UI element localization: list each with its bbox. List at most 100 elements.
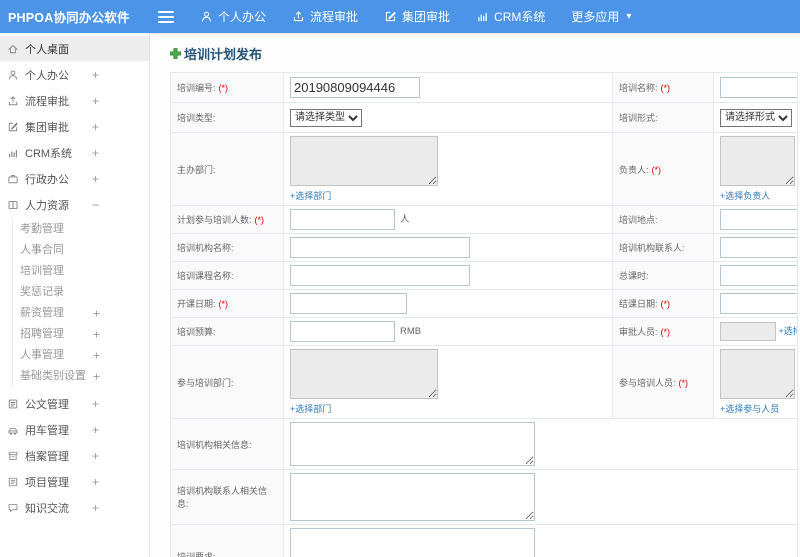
sidebar-subitem-label: 培训管理 [20, 265, 64, 277]
required-marker: (*) [651, 164, 662, 175]
field-label: 负责人: [619, 164, 649, 175]
sidebar-item-label: 公文管理 [25, 398, 69, 411]
training-no-input[interactable] [290, 77, 420, 98]
expand-toggle-icon[interactable]: + [92, 120, 99, 134]
nav-more-apps[interactable]: 更多应用 ▾ [571, 8, 631, 25]
training-budget-input[interactable] [290, 321, 395, 342]
expand-toggle-icon[interactable]: + [93, 345, 100, 366]
required-marker: (*) [660, 327, 671, 337]
chart-icon [476, 10, 489, 23]
required-marker: (*) [254, 215, 265, 225]
nav-personal-office[interactable]: 个人办公 [200, 8, 266, 25]
field-label: 培训形式: [619, 113, 658, 123]
host-department-textarea[interactable] [290, 136, 438, 186]
expand-toggle-icon[interactable]: − [92, 198, 99, 212]
expand-toggle-icon[interactable]: + [93, 324, 100, 345]
sidebar-item-crm-system[interactable]: CRM系统 + [0, 140, 149, 165]
expand-toggle-icon[interactable]: + [93, 303, 100, 324]
sidebar-item-knowledge-exchange[interactable]: 知识交流 + [0, 495, 149, 520]
sidebar-item-workflow-approval[interactable]: 流程审批 + [0, 88, 149, 113]
home-icon [7, 43, 19, 55]
expand-toggle-icon[interactable]: + [93, 366, 100, 387]
select-approver-link[interactable]: +选择审批人员 [779, 326, 797, 336]
expand-toggle-icon[interactable]: + [92, 475, 99, 489]
nav-workflow-approval[interactable]: 流程审批 [292, 8, 358, 25]
field-label: 培训预算: [177, 327, 216, 337]
training-form-select[interactable]: 请选择形式 [720, 108, 792, 127]
sidebar-subitem-hr-contract[interactable]: 人事合同 [13, 240, 149, 261]
select-participants-link[interactable]: +选择参与人员 [720, 402, 779, 415]
topbar-nav: 个人办公 流程审批 集团审批 CRM系统 更多应用 ▾ [200, 8, 631, 25]
training-name-input[interactable] [720, 77, 797, 98]
sidebar-item-label: 行政办公 [25, 173, 69, 186]
topbar: PHPOA协同办公软件 个人办公 流程审批 集团审批 CRM系统 更多应用 ▾ [0, 0, 800, 33]
leader-textarea[interactable] [720, 136, 795, 186]
sidebar-subitem-personnel-mgmt[interactable]: 人事管理 + [13, 345, 149, 366]
sidebar-subitem-attendance-mgmt[interactable]: 考勤管理 [13, 219, 149, 240]
select-leader-link[interactable]: +选择负责人 [720, 189, 770, 202]
sidebar-item-vehicle-mgmt[interactable]: 用车管理 + [0, 417, 149, 442]
expand-toggle-icon[interactable]: + [92, 68, 99, 82]
expand-toggle-icon[interactable]: + [92, 146, 99, 160]
sidebar-item-project-mgmt[interactable]: 项目管理 + [0, 469, 149, 494]
add-plus-icon [170, 48, 181, 59]
edit-icon [7, 121, 19, 133]
planned-participants-input[interactable] [290, 209, 395, 230]
expand-toggle-icon[interactable]: + [92, 449, 99, 463]
sidebar-item-personal-office[interactable]: 个人办公 + [0, 62, 149, 87]
sidebar-item-personal-desktop[interactable]: 个人桌面 [0, 36, 149, 61]
archive-icon [7, 450, 19, 462]
sidebar-subitem-base-category-settings[interactable]: 基础类别设置 + [13, 366, 149, 387]
training-requirements-textarea[interactable] [290, 528, 535, 557]
expand-toggle-icon[interactable]: + [92, 172, 99, 186]
course-name-input[interactable] [290, 265, 470, 286]
briefcase-icon [7, 173, 19, 185]
sidebar-item-human-resources[interactable]: 人力资源 − [0, 192, 149, 217]
sidebar-subitem-salary-mgmt[interactable]: 薪资管理 + [13, 303, 149, 324]
field-label: 参与培训人员: [619, 377, 676, 388]
expand-toggle-icon[interactable]: + [92, 397, 99, 411]
sidebar-subitem-recruitment-mgmt[interactable]: 招聘管理 + [13, 324, 149, 345]
training-location-input[interactable] [720, 209, 797, 230]
expand-toggle-icon[interactable]: + [92, 423, 99, 437]
required-marker: (*) [660, 83, 671, 93]
sidebar-subitem-label: 基础类别设置 [20, 370, 86, 382]
sidebar-submenu: 考勤管理 人事合同 培训管理 奖惩记录 薪资管理 + 招聘管理 + 人事管理 + 基础类别设置 + [12, 219, 149, 387]
select-department-link[interactable]: +选择部门 [290, 402, 331, 415]
training-org-contact-info-textarea[interactable] [290, 473, 535, 521]
training-org-name-input[interactable] [290, 237, 470, 258]
sidebar-item-label: 档案管理 [25, 450, 69, 463]
expand-toggle-icon[interactable]: + [92, 94, 99, 108]
sidebar-item-label: 知识交流 [25, 502, 69, 515]
sidebar-item-label: CRM系统 [25, 147, 73, 160]
training-org-info-textarea[interactable] [290, 422, 535, 466]
participants-textarea[interactable] [720, 349, 795, 399]
sidebar-item-archive-mgmt[interactable]: 档案管理 + [0, 443, 149, 468]
field-label: 培训机构联系人相关信息: [177, 486, 268, 509]
nav-crm-system[interactable]: CRM系统 [476, 8, 545, 25]
sidebar-item-admin-office[interactable]: 行政办公 + [0, 166, 149, 191]
sidebar-item-label: 个人办公 [25, 69, 69, 82]
end-date-input[interactable] [720, 293, 797, 314]
participating-departments-textarea[interactable] [290, 349, 438, 399]
total-hours-input[interactable] [720, 265, 797, 286]
sidebar-item-label: 集团审批 [25, 121, 69, 134]
sidebar-item-group-approval[interactable]: 集团审批 + [0, 114, 149, 139]
nav-group-approval[interactable]: 集团审批 [384, 8, 450, 25]
field-label: 培训课程名称: [177, 271, 234, 281]
expand-toggle-icon[interactable]: + [92, 501, 99, 515]
required-marker: (*) [660, 299, 671, 309]
sidebar-subitem-reward-punish-record[interactable]: 奖惩记录 [13, 282, 149, 303]
start-date-input[interactable] [290, 293, 407, 314]
field-label: 培训机构名称: [177, 243, 234, 253]
training-type-select[interactable]: 请选择类型 [290, 108, 362, 127]
approver-input[interactable] [720, 322, 776, 341]
training-org-contact-input[interactable] [720, 237, 797, 258]
training-plan-form: 培训编号:(*) 培训名称:(*) 培训类型: 请选择类型 培训形式: 请选择形… [170, 72, 798, 557]
sidebar-subitem-label: 薪资管理 [20, 307, 64, 319]
sidebar-item-document-mgmt[interactable]: 公文管理 + [0, 391, 149, 416]
hamburger-menu-icon[interactable] [158, 10, 174, 23]
field-label: 主办部门: [177, 164, 216, 175]
select-department-link[interactable]: +选择部门 [290, 189, 331, 202]
sidebar-subitem-training-mgmt[interactable]: 培训管理 [13, 261, 149, 282]
